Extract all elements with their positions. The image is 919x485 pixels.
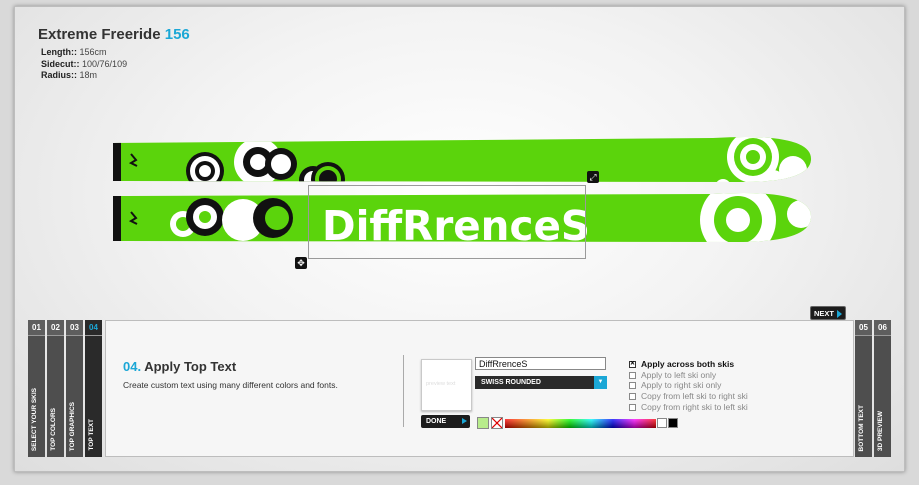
tab-select-your-skis[interactable]: 01 SELECT YOUR SKIS xyxy=(28,320,45,457)
color-spectrum[interactable] xyxy=(505,419,656,428)
option-apply-both[interactable]: ✕ Apply across both skis xyxy=(629,359,748,370)
checkbox-icon[interactable] xyxy=(629,403,636,411)
checkbox-icon[interactable] xyxy=(629,382,636,390)
tab-bottom-text[interactable]: 05 BOTTOM TEXT xyxy=(855,320,872,457)
arrow-right-icon xyxy=(837,310,842,318)
spec-list: Length:: 156cm Sidecut:: 100/76/109 Radi… xyxy=(41,47,127,82)
tab-3d-preview[interactable]: 06 3D PREVIEW xyxy=(874,320,891,457)
checkbox-checked-icon[interactable]: ✕ xyxy=(629,361,636,368)
arrow-right-icon xyxy=(462,418,467,424)
text-selection-box[interactable] xyxy=(308,185,586,259)
product-title: Extreme Freeride 156 xyxy=(38,26,190,43)
no-color-icon xyxy=(492,418,502,428)
step-description: Create custom text using many different … xyxy=(123,380,338,390)
apply-options: ✕ Apply across both skis Apply to left sk… xyxy=(629,359,748,413)
tab-top-text[interactable]: 04 TOP TEXT xyxy=(85,320,102,457)
product-name: Extreme Freeride xyxy=(38,26,161,43)
checkbox-icon[interactable] xyxy=(629,371,636,379)
current-color-swatch[interactable] xyxy=(477,417,489,429)
designer-frame: Extreme Freeride 156 Length:: 156cm Side… xyxy=(14,6,905,472)
next-button[interactable]: NEXT xyxy=(810,306,846,320)
option-copy-left-to-right[interactable]: Copy from left ski to right ski xyxy=(629,391,748,402)
white-swatch[interactable] xyxy=(657,418,667,428)
checkbox-icon[interactable] xyxy=(629,393,636,401)
chevron-down-icon[interactable]: ▼ xyxy=(594,376,607,389)
resize-icon[interactable]: ⤢ xyxy=(587,171,599,183)
product-size: 156 xyxy=(164,26,190,43)
text-preview: preview text xyxy=(421,359,472,411)
spec-radius: Radius:: 18m xyxy=(41,70,98,80)
step-panel: 04. Apply Top Text Create custom text us… xyxy=(105,320,854,457)
font-select[interactable]: SWISS ROUNDED ▼ xyxy=(475,376,607,389)
done-button[interactable]: DONE xyxy=(421,415,470,428)
option-copy-right-to-left[interactable]: Copy from right ski to left ski xyxy=(629,402,748,413)
spec-sidecut: Sidecut:: 100/76/109 xyxy=(41,58,128,69)
move-icon[interactable]: ✥ xyxy=(295,257,307,269)
divider xyxy=(403,355,404,427)
text-input[interactable]: DiffRrenceS xyxy=(475,357,606,370)
option-apply-right[interactable]: Apply to right ski only xyxy=(629,380,748,391)
spec-length: Length:: 156cm xyxy=(41,47,107,57)
black-swatch[interactable] xyxy=(668,418,678,428)
option-apply-left[interactable]: Apply to left ski only xyxy=(629,370,748,381)
tab-top-colors[interactable]: 02 TOP COLORS xyxy=(47,320,64,457)
no-color-swatch[interactable] xyxy=(491,417,503,429)
step-title: 04. Apply Top Text xyxy=(123,359,237,374)
tab-top-graphics[interactable]: 03 TOP GRAPHICS xyxy=(66,320,83,457)
